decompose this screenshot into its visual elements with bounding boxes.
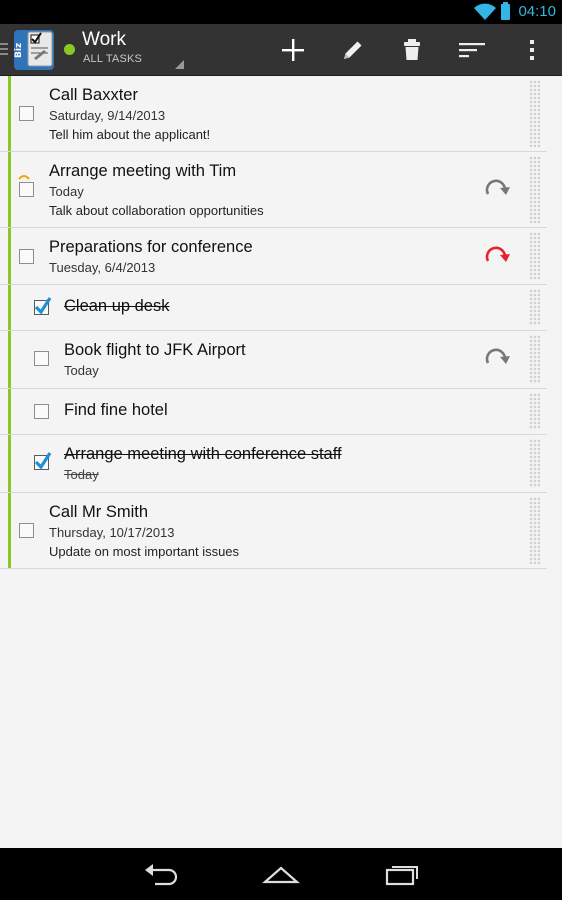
overflow-menu-button[interactable] [514, 32, 550, 68]
list-color-bar [8, 228, 11, 284]
repeat-overdue-icon[interactable] [483, 243, 511, 267]
task-date: Today [49, 184, 84, 199]
task-note: Update on most important issues [49, 544, 240, 559]
task-date: Tuesday, 6/4/2013 [49, 260, 156, 275]
task-checkbox-checked[interactable] [34, 297, 52, 315]
list-color-bar [8, 331, 11, 388]
wifi-icon [474, 3, 496, 20]
task-date: Today [64, 467, 99, 482]
task-list: Call Baxxter Saturday, 9/14/2013 Tell hi… [0, 76, 562, 569]
task-title: Call Mr Smith [49, 503, 149, 521]
task-checkbox[interactable] [19, 249, 34, 264]
task-title: Preparations for conference [49, 238, 253, 256]
navigation-bar [0, 848, 562, 900]
task-title: Call Baxxter [49, 86, 138, 104]
repeat-icon[interactable] [483, 176, 511, 200]
task-date: Thursday, 10/17/2013 [49, 525, 175, 540]
drawer-indicator-icon[interactable] [0, 43, 8, 58]
edit-icon [344, 41, 362, 59]
drag-handle-icon[interactable] [529, 393, 541, 430]
list-subtitle[interactable]: ALL TASKS [83, 53, 142, 65]
edit-button[interactable] [335, 32, 371, 68]
list-color-bar [8, 152, 11, 227]
biz-app-icon[interactable]: Biz [12, 28, 56, 72]
drag-handle-icon[interactable] [529, 156, 541, 223]
list-title[interactable]: Work [82, 29, 126, 51]
task-note: Tell him about the applicant! [49, 127, 211, 142]
overflow-menu-icon [530, 40, 534, 60]
task-checkbox[interactable] [19, 182, 34, 197]
drag-handle-icon[interactable] [529, 232, 541, 280]
drag-handle-icon[interactable] [529, 497, 541, 564]
task-row[interactable]: Call Baxxter Saturday, 9/14/2013 Tell hi… [0, 76, 547, 152]
drag-handle-icon[interactable] [529, 439, 541, 488]
list-spinner-indicator-icon[interactable] [175, 60, 184, 69]
task-checkbox-checked[interactable] [34, 452, 52, 470]
list-color-bar [8, 435, 11, 492]
task-checkbox[interactable] [19, 106, 34, 121]
drag-handle-icon[interactable] [529, 289, 541, 326]
sort-button[interactable] [454, 32, 490, 68]
task-title: Arrange meeting with conference staff [64, 445, 342, 463]
repeat-icon[interactable] [483, 345, 511, 369]
home-icon[interactable] [261, 860, 301, 888]
task-row[interactable]: Preparations for conference Tuesday, 6/4… [0, 228, 547, 285]
back-icon[interactable] [141, 860, 181, 888]
svg-text:Biz: Biz [14, 43, 24, 58]
drag-handle-icon[interactable] [529, 80, 541, 147]
add-icon [282, 39, 304, 61]
add-task-button[interactable] [275, 32, 311, 68]
battery-icon [501, 2, 510, 20]
sort-icon [459, 43, 485, 58]
task-checkbox[interactable] [34, 351, 49, 366]
task-checkbox[interactable] [19, 523, 34, 538]
task-title: Book flight to JFK Airport [64, 341, 246, 359]
subtask-row[interactable]: Find fine hotel [0, 389, 547, 435]
delete-icon [404, 39, 420, 60]
list-color-bar [8, 389, 11, 434]
checkmark-icon [34, 452, 52, 470]
status-bar: 04:10 [0, 0, 562, 24]
task-row[interactable]: Call Mr Smith Thursday, 10/17/2013 Updat… [0, 493, 547, 569]
subtask-row[interactable]: Clean up desk [0, 285, 547, 331]
subtask-row[interactable]: Book flight to JFK Airport Today [0, 331, 547, 389]
task-checkbox[interactable] [34, 404, 49, 419]
task-row[interactable]: Arrange meeting with Tim Today Talk abou… [0, 152, 547, 228]
task-title: Find fine hotel [64, 401, 168, 419]
task-date: Saturday, 9/14/2013 [49, 108, 166, 123]
subtask-row[interactable]: Arrange meeting with conference staff To… [0, 435, 547, 493]
list-color-bar [8, 493, 11, 568]
recent-apps-icon[interactable] [381, 860, 421, 888]
delete-button[interactable] [394, 32, 430, 68]
action-bar: Biz Work ALL TASKS [0, 24, 562, 76]
list-color-dot [64, 44, 75, 55]
drag-handle-icon[interactable] [529, 335, 541, 384]
list-color-bar [8, 285, 11, 330]
clock: 04:10 [518, 3, 556, 20]
task-date: Today [64, 363, 99, 378]
list-color-bar [8, 76, 11, 151]
checkmark-icon [34, 297, 52, 315]
task-note: Talk about collaboration opportunities [49, 203, 264, 218]
task-title: Arrange meeting with Tim [49, 162, 237, 180]
task-title: Clean up desk [64, 297, 170, 315]
priority-low-icon [18, 175, 30, 180]
